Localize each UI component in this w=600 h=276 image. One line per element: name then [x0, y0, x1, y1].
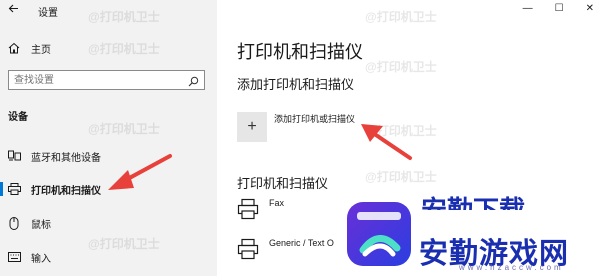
site-logo-icon	[347, 202, 411, 266]
add-printer-button[interactable]: +	[237, 112, 267, 142]
sidebar-item-typing[interactable]: 输入	[0, 246, 217, 268]
sidebar-item-label: 输入	[31, 253, 51, 265]
back-arrow-icon[interactable]	[8, 3, 19, 17]
site-logo-overlay: 安勤下载 安勤游戏网 www.hzaccw.com	[339, 190, 600, 276]
window-controls: — ☐ ✕	[523, 3, 594, 14]
sidebar-item-bluetooth[interactable]: 蓝牙和其他设备	[0, 145, 217, 167]
page-title: 打印机和扫描仪	[237, 42, 363, 62]
home-icon	[7, 41, 21, 55]
printers-section-header: 打印机和扫描仪	[237, 176, 329, 191]
printer-name: Fax	[269, 198, 285, 208]
sidebar-item-label: 主页	[31, 44, 51, 56]
mouse-icon	[7, 216, 21, 230]
sidebar: 设置 主页 设备 蓝牙和其他设备 打印机和扫描仪 鼠标 输入	[0, 0, 217, 276]
minimize-icon[interactable]: —	[523, 3, 533, 14]
printer-icon	[7, 182, 21, 196]
search-settings-field[interactable]	[8, 70, 205, 90]
watermark: @打印机卫士	[365, 170, 437, 184]
plus-icon: +	[247, 118, 257, 135]
printer-icon	[237, 198, 259, 220]
section-header-devices: 设备	[8, 112, 28, 123]
list-item[interactable]: Generic / Text O	[237, 238, 334, 262]
add-printer-label[interactable]: 添加打印机或扫描仪	[274, 112, 355, 125]
list-item[interactable]: Fax	[237, 198, 284, 222]
keyboard-icon	[7, 250, 21, 264]
sidebar-item-label: 打印机和扫描仪	[31, 185, 101, 197]
window-title: 设置	[38, 8, 58, 19]
watermark: @打印机卫士	[365, 60, 437, 74]
watermark: @打印机卫士	[365, 124, 437, 138]
sidebar-item-label: 鼠标	[31, 219, 51, 231]
printer-name: Generic / Text O	[269, 238, 334, 248]
sidebar-item-home[interactable]: 主页	[0, 37, 217, 59]
printer-icon	[237, 238, 259, 260]
watermark: @打印机卫士	[365, 10, 437, 24]
sidebar-item-label: 蓝牙和其他设备	[31, 152, 101, 164]
sidebar-item-printers[interactable]: 打印机和扫描仪	[0, 178, 217, 200]
add-section-header: 添加打印机和扫描仪	[237, 77, 355, 92]
watermark: @打印机卫士	[88, 10, 160, 24]
site-logo-url: www.hzaccw.com	[459, 263, 564, 272]
maximize-icon[interactable]: ☐	[555, 3, 564, 14]
sidebar-item-mouse[interactable]: 鼠标	[0, 212, 217, 234]
close-icon[interactable]: ✕	[586, 3, 594, 14]
watermark: @打印机卫士	[88, 122, 160, 136]
search-icon	[188, 74, 199, 92]
site-logo-partial-title: 安勤下载	[421, 195, 526, 210]
bluetooth-devices-icon	[7, 149, 21, 163]
search-input[interactable]	[14, 73, 179, 87]
